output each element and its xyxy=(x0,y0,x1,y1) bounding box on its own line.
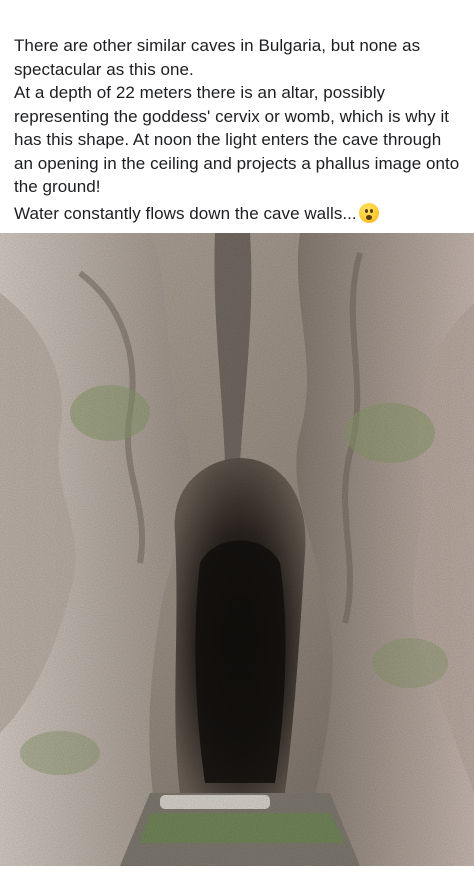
post-paragraph-3: Water constantly flows down the cave wal… xyxy=(14,202,464,226)
post-paragraph-1: There are other similar caves in Bulgari… xyxy=(14,36,421,79)
cave-photo[interactable] xyxy=(0,233,474,866)
astonished-face-icon xyxy=(358,202,379,223)
post-paragraph-3-text: Water constantly flows down the cave wal… xyxy=(14,203,357,223)
post-paragraph-2: At a depth of 22 meters there is an alta… xyxy=(14,83,460,196)
post-text: There are other similar caves in Bulgari… xyxy=(14,34,464,225)
